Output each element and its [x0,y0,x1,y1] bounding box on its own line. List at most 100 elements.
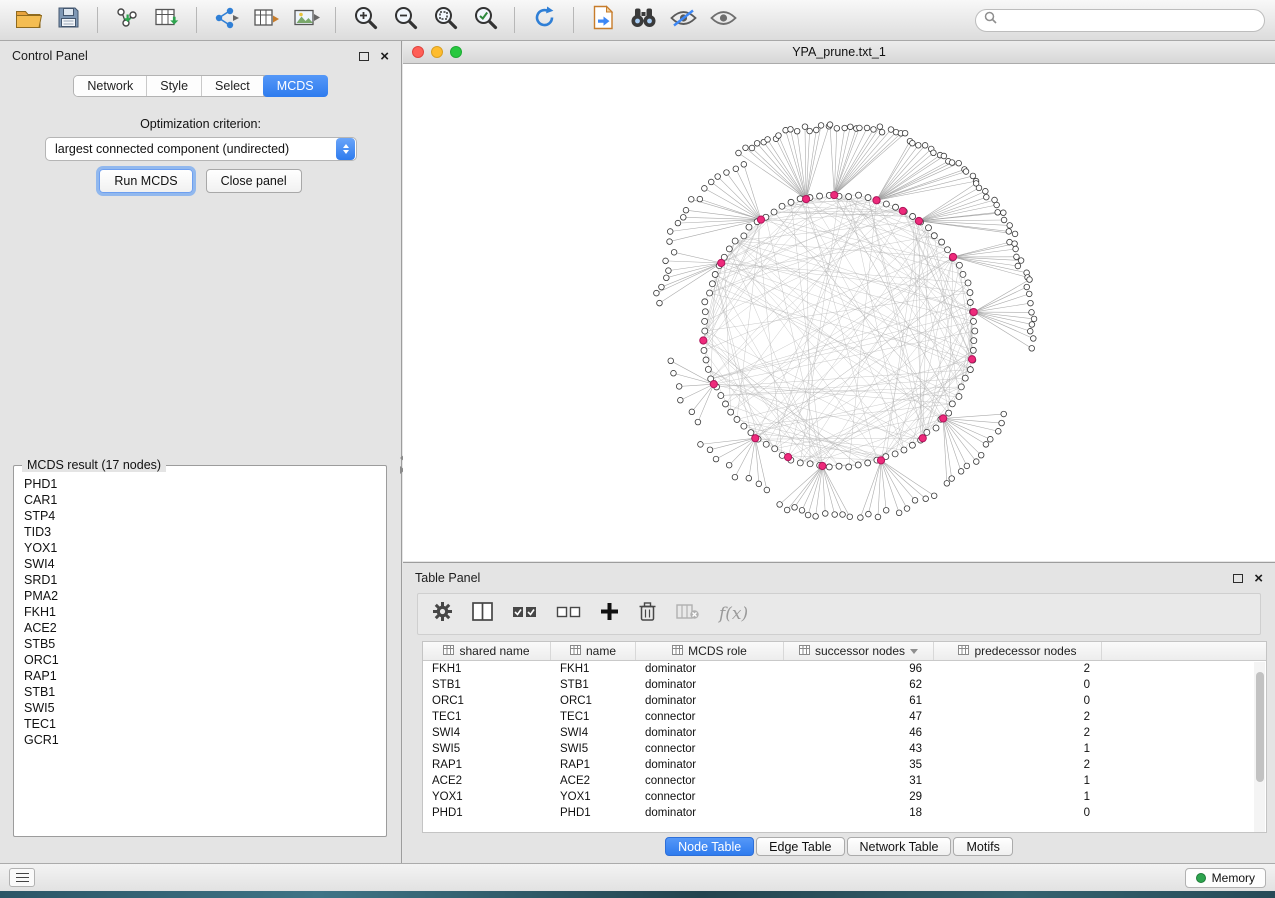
table-row[interactable]: ACE2ACE2connector311 [423,773,1266,789]
mcds-result-item[interactable]: SRD1 [16,572,384,588]
search-network-button[interactable] [625,4,661,36]
refresh-button[interactable] [526,4,562,36]
mcds-result-item[interactable]: STB1 [16,684,384,700]
add-row-icon [600,602,619,626]
select-all-button[interactable] [512,605,537,624]
mcds-result-item[interactable]: GCR1 [16,732,384,748]
column-header-shared-name[interactable]: shared name [423,642,551,660]
desktop-wallpaper-strip [0,891,1275,898]
mcds-result-item[interactable]: CAR1 [16,492,384,508]
table-row[interactable]: PHD1PHD1dominator180 [423,805,1266,821]
table-row[interactable]: YOX1YOX1connector291 [423,789,1266,805]
mcds-result-item[interactable]: PMA2 [16,588,384,604]
cell-predecessor-nodes: 2 [934,663,1102,675]
search-input[interactable] [1003,13,1256,27]
cell-predecessor-nodes: 1 [934,791,1102,803]
window-close-icon[interactable] [412,46,424,58]
column-header-label: MCDS role [688,644,747,658]
tab-motifs[interactable]: Motifs [953,837,1012,856]
mcds-result-item[interactable]: TEC1 [16,716,384,732]
tab-edge-table[interactable]: Edge Table [756,837,844,856]
network-graph[interactable] [403,64,1273,561]
mcds-result-item[interactable]: STB5 [16,636,384,652]
mcds-result-item[interactable]: TID3 [16,524,384,540]
cell-mcds-role: dominator [636,663,784,675]
add-row-button[interactable] [600,602,619,626]
mcds-result-item[interactable]: SWI5 [16,700,384,716]
column-header-predecessor-nodes[interactable]: predecessor nodes [934,642,1102,660]
table-row[interactable]: TEC1TEC1connector472 [423,709,1266,725]
import-network-button[interactable] [109,4,145,36]
mcds-result-item[interactable]: FKH1 [16,604,384,620]
network-view-window: YPA_prune.txt_1 [403,41,1275,562]
delete-button[interactable] [638,601,657,627]
optimization-criterion-label: Optimization criterion: [0,117,401,131]
zoom-out-button[interactable] [387,4,423,36]
global-search-field[interactable] [975,9,1265,32]
function-builder-button[interactable]: f(x) [719,604,748,624]
tab-select[interactable]: Select [202,76,264,96]
column-header-successor-nodes[interactable]: successor nodes [784,642,934,660]
column-header-MCDS-role[interactable]: MCDS role [636,642,784,660]
table-row[interactable]: SWI4SWI4dominator462 [423,725,1266,741]
open-folder-button[interactable] [10,4,46,36]
window-maximize-icon[interactable] [450,46,462,58]
mcds-result-list[interactable]: PHD1CAR1STP4TID3YOX1SWI4SRD1PMA2FKH1ACE2… [16,476,384,834]
criterion-dropdown[interactable]: largest connected component (undirected) [45,137,357,161]
mcds-result-item[interactable]: PHD1 [16,476,384,492]
tab-node-table[interactable]: Node Table [665,837,754,856]
mcds-result-item[interactable]: ORC1 [16,652,384,668]
status-menu-button[interactable] [9,868,35,887]
table-row[interactable]: SWI5SWI5connector431 [423,741,1266,757]
zoom-selected-button[interactable] [467,4,503,36]
tab-style[interactable]: Style [147,76,202,96]
hide-selected-button[interactable] [665,4,701,36]
table-scrollbar[interactable] [1254,662,1265,833]
deselect-all-button[interactable] [556,605,581,624]
network-canvas[interactable] [403,64,1275,561]
table-row[interactable]: STB1STB1dominator620 [423,677,1266,693]
save-button[interactable] [50,4,86,36]
export-table-button[interactable] [248,4,284,36]
cell-predecessor-nodes: 0 [934,807,1102,819]
table-scrollbar-thumb[interactable] [1256,672,1264,782]
mcds-result-item[interactable]: ACE2 [16,620,384,636]
document-share-button[interactable] [585,4,621,36]
table-row[interactable]: ORC1ORC1dominator610 [423,693,1266,709]
control-panel-titlebar: Control Panel × [0,41,401,71]
hide-column-button[interactable] [676,603,700,625]
column-layout-button[interactable] [472,602,493,626]
import-table-button[interactable] [149,4,185,36]
float-panel-icon[interactable] [1233,574,1243,583]
table-row[interactable]: FKH1FKH1dominator962 [423,661,1266,677]
memory-button[interactable]: Memory [1185,868,1266,888]
table-row[interactable]: RAP1RAP1dominator352 [423,757,1266,773]
export-network-button[interactable] [208,4,244,36]
mcds-result-item[interactable]: YOX1 [16,540,384,556]
show-all-button[interactable] [705,4,741,36]
network-window-titlebar[interactable]: YPA_prune.txt_1 [403,41,1275,64]
mcds-result-item[interactable]: STP4 [16,508,384,524]
tab-network[interactable]: Network [74,76,147,96]
node-table: shared namename MCDS role successor nodes p… [422,641,1267,833]
close-panel-icon[interactable]: × [380,49,389,64]
table-panel: Table Panel × [403,562,1275,863]
close-panel-button[interactable]: Close panel [206,169,302,193]
tab-mcds[interactable]: MCDS [263,75,328,97]
mcds-result-item[interactable]: SWI4 [16,556,384,572]
run-mcds-button[interactable]: Run MCDS [99,169,192,193]
zoom-in-button[interactable] [347,4,383,36]
column-header-name[interactable]: name [551,642,636,660]
criterion-dropdown-value: largest connected component (undirected) [46,142,335,156]
close-panel-icon[interactable]: × [1254,571,1263,586]
column-header-label: predecessor nodes [974,644,1076,658]
mcds-result-item[interactable]: RAP1 [16,668,384,684]
gear-button[interactable] [432,601,453,627]
float-panel-icon[interactable] [359,52,369,61]
zoom-fit-button[interactable] [427,4,463,36]
export-image-button[interactable] [288,4,324,36]
cell-predecessor-nodes: 2 [934,711,1102,723]
tab-network-table[interactable]: Network Table [847,837,952,856]
window-minimize-icon[interactable] [431,46,443,58]
zoom-out-icon [393,5,418,35]
